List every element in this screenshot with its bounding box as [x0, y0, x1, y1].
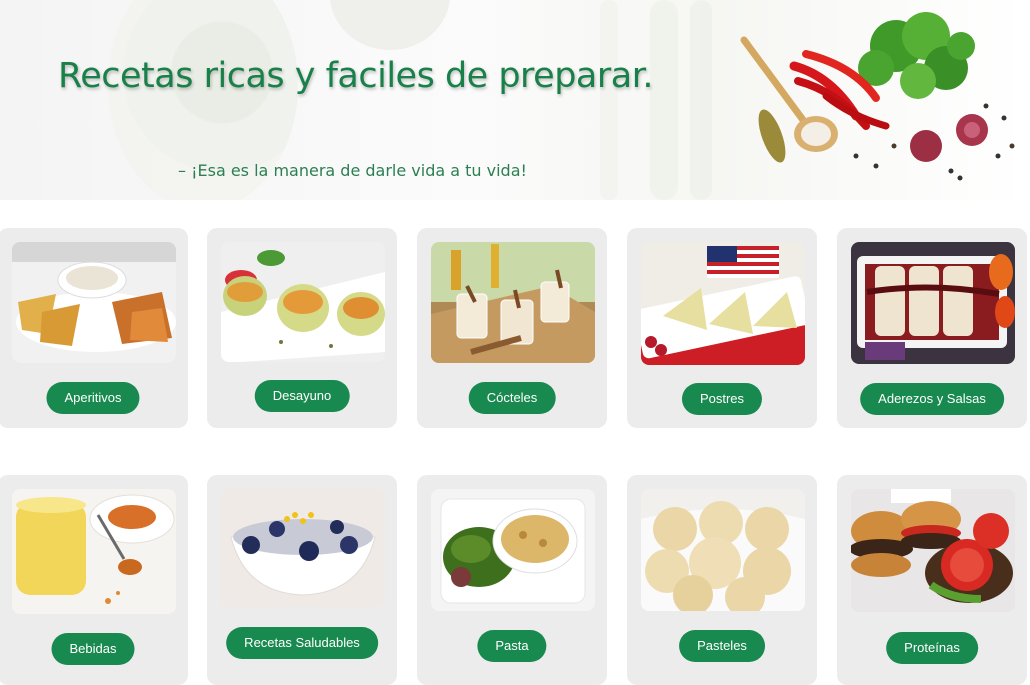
golden-drink-icon [12, 489, 176, 614]
category-button-cocteles[interactable]: Cócteles [468, 382, 556, 414]
cocktail-glasses-icon [431, 242, 595, 363]
category-button-aperitivos[interactable]: Aperitivos [46, 382, 140, 414]
category-card-pasteles[interactable]: Pasteles [627, 475, 817, 685]
category-button-recetas-saludables[interactable]: Recetas Saludables [226, 627, 378, 659]
category-card-postres[interactable]: Postres [627, 228, 817, 428]
category-button-aderezos-y-salsas[interactable]: Aderezos y Salsas [860, 383, 1004, 415]
category-card-recetas-saludables[interactable]: Recetas Saludables [207, 475, 397, 685]
category-card-aperitivos[interactable]: Aperitivos [0, 228, 188, 428]
category-card-desayuno[interactable]: Desayuno [207, 228, 397, 428]
burgers-icon [851, 489, 1015, 612]
category-grid: Aperitivos Desayuno Cócteles Postres Ade… [0, 0, 1030, 685]
category-button-postres[interactable]: Postres [681, 383, 763, 415]
category-button-proteinas[interactable]: Proteínas [886, 632, 978, 664]
category-card-cocteles[interactable]: Cócteles [417, 228, 607, 428]
category-card-pasta[interactable]: Pasta [417, 475, 607, 685]
berry-bowl-icon [221, 489, 385, 607]
category-card-proteinas[interactable]: Proteínas [837, 475, 1027, 685]
category-button-pasta[interactable]: Pasta [477, 630, 547, 662]
muffins-icon [641, 489, 805, 611]
pie-slices-icon [641, 242, 805, 365]
egg-muffins-icon [221, 242, 385, 362]
enchilada-tray-icon [851, 242, 1015, 364]
category-button-desayuno[interactable]: Desayuno [254, 380, 350, 412]
chips-and-dip-icon [12, 242, 176, 363]
pasta-gratin-icon [431, 489, 595, 611]
category-card-bebidas[interactable]: Bebidas [0, 475, 188, 685]
category-card-aderezos-y-salsas[interactable]: Aderezos y Salsas [837, 228, 1027, 428]
category-button-pasteles[interactable]: Pasteles [679, 630, 765, 662]
category-button-bebidas[interactable]: Bebidas [51, 633, 135, 665]
